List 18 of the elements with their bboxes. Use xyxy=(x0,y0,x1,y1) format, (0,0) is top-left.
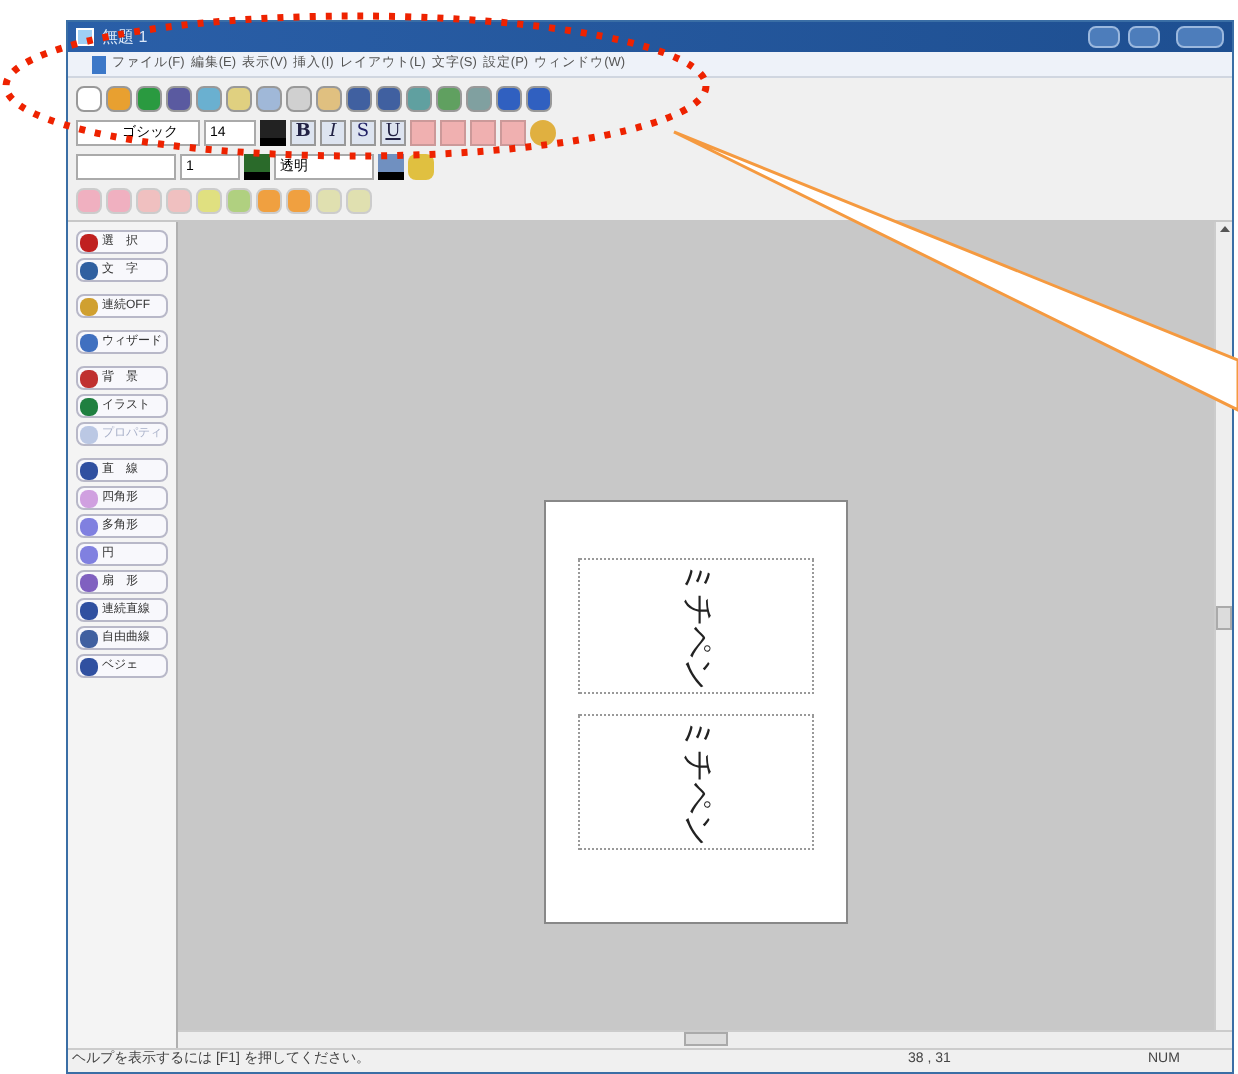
underline-button[interactable]: U xyxy=(380,119,406,145)
bold-button[interactable]: B xyxy=(290,119,316,145)
vertical-scrollbar[interactable] xyxy=(1214,222,1232,1030)
label-cell[interactable]: ミチペン xyxy=(578,714,814,850)
label-text: ミチペン xyxy=(678,718,716,846)
minimize-button[interactable] xyxy=(1088,26,1120,48)
shadow-button[interactable]: S xyxy=(350,119,376,145)
document-icon xyxy=(92,55,106,73)
maximize-button[interactable] xyxy=(1128,26,1160,48)
close-button[interactable] xyxy=(1176,26,1224,48)
line-style-dropdown[interactable] xyxy=(76,153,176,179)
scroll-thumb[interactable] xyxy=(683,1032,727,1046)
italic-button[interactable]: I xyxy=(320,119,346,145)
label-text: ミチペン xyxy=(678,562,716,690)
label-cell[interactable]: ミチペン xyxy=(578,558,814,694)
horizontal-scrollbar[interactable] xyxy=(178,1030,1232,1048)
scroll-up-arrow-icon[interactable] xyxy=(1219,226,1229,232)
scroll-thumb[interactable] xyxy=(1216,606,1232,630)
